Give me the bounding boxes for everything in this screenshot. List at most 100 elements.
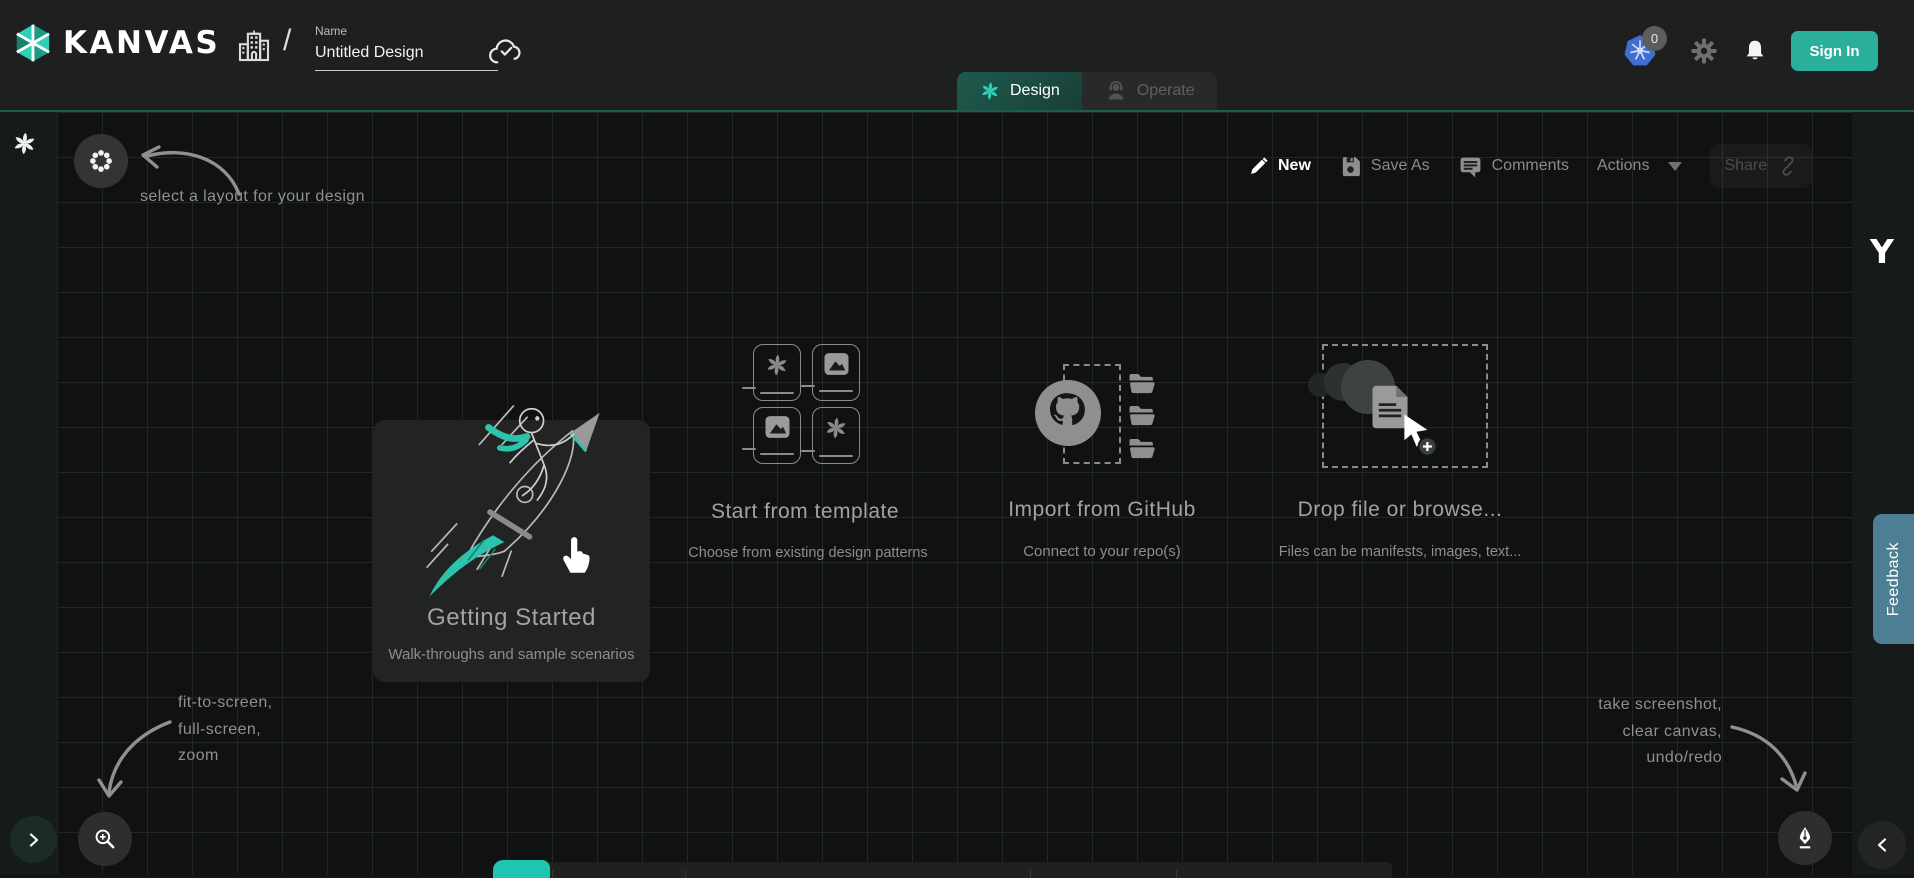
- canvas-frame: Y Feedback select a layout for your desi…: [0, 110, 1914, 872]
- layout-selector-button[interactable]: [74, 134, 128, 188]
- kanvas-hexagon-icon: [12, 22, 54, 64]
- design-name-label: Name: [315, 24, 498, 38]
- comment-tool-button[interactable]: [764, 862, 810, 878]
- organization-icon[interactable]: [233, 25, 275, 67]
- save-floppy-icon: [1339, 155, 1362, 178]
- archive-tool-button[interactable]: [1193, 862, 1239, 878]
- notifications-bell-icon[interactable]: [1741, 36, 1769, 66]
- select-tool-button[interactable]: [493, 860, 550, 878]
- sign-in-button[interactable]: Sign In: [1791, 31, 1878, 71]
- card-title: Import from GitHub: [1002, 498, 1202, 522]
- app-header: KANVAS / Name: [0, 0, 1914, 110]
- shapes-tool-button[interactable]: [699, 862, 745, 878]
- new-pencil-icon: [1248, 156, 1269, 177]
- kubernetes-tool-button[interactable]: [627, 862, 673, 878]
- tab-operate[interactable]: Operate: [1082, 72, 1217, 110]
- spiral-icon: [823, 415, 849, 441]
- card-subtitle: Files can be manifests, images, text...: [1270, 544, 1530, 560]
- collapse-right-panel-button[interactable]: [1858, 821, 1906, 869]
- credits-indicator[interactable]: 0: [1621, 30, 1667, 72]
- brand-name: KANVAS: [63, 25, 220, 61]
- plugin-spiral-icon[interactable]: [11, 130, 38, 157]
- cloud-sync-icon: [487, 36, 525, 68]
- chevron-down-icon: [1668, 162, 1682, 171]
- brand-logo[interactable]: KANVAS: [12, 22, 220, 64]
- comments-button[interactable]: Comments: [1458, 154, 1569, 179]
- card-subtitle: Walk-throughs and sample scenarios: [363, 646, 660, 663]
- design-name-field: Name: [315, 24, 498, 71]
- zoom-hint-text: fit-to-screen, full-screen, zoom: [178, 690, 273, 770]
- zoom-button[interactable]: [78, 812, 132, 866]
- new-label: New: [1278, 157, 1311, 175]
- share-button[interactable]: Share: [1710, 144, 1812, 188]
- github-octocat-icon: [1034, 379, 1102, 447]
- actions-hint-arrow: [1726, 717, 1811, 799]
- mode-tabs: Design Operate: [957, 72, 1217, 110]
- cursor-plus-icon: [1399, 412, 1443, 458]
- actions-label: Actions: [1597, 157, 1649, 175]
- save-as-label: Save As: [1371, 157, 1430, 175]
- pen-actions-button[interactable]: [1778, 811, 1832, 865]
- toolbar-divider: [1176, 870, 1177, 878]
- tab-design-label: Design: [1010, 82, 1060, 100]
- toolbar-divider: [552, 870, 553, 878]
- new-button[interactable]: New: [1248, 156, 1311, 177]
- card-title: Drop file or browse...: [1295, 498, 1505, 522]
- settings-gear-icon[interactable]: [1689, 36, 1719, 66]
- credits-badge: 0: [1642, 26, 1667, 51]
- magnifier-plus-icon: [92, 826, 118, 852]
- expand-left-panel-button[interactable]: [10, 816, 57, 863]
- header-actions: 0: [1621, 30, 1878, 72]
- image-icon: [764, 415, 791, 439]
- folder-icon: [1125, 401, 1159, 431]
- card-getting-started[interactable]: Getting Started Walk-throughs and sample…: [373, 420, 650, 682]
- help-tool-button[interactable]: ?: [1337, 862, 1383, 878]
- document-toolbar: New Save As Comments: [1248, 144, 1812, 188]
- pen-tool-button[interactable]: [1045, 862, 1091, 878]
- share-link-icon: [1778, 156, 1798, 176]
- pen-nib-icon: [1792, 825, 1818, 851]
- pencil-tool-button[interactable]: [1113, 862, 1159, 878]
- tab-operate-label: Operate: [1137, 82, 1195, 100]
- tab-design[interactable]: Design: [957, 72, 1082, 110]
- left-panel-strip: [0, 112, 57, 874]
- actions-dropdown[interactable]: Actions: [1597, 157, 1682, 175]
- toolbar-divider: [685, 870, 686, 878]
- component-tool-button[interactable]: [565, 862, 611, 878]
- save-as-button[interactable]: Save As: [1339, 155, 1430, 178]
- text-tool-button[interactable]: T: [897, 862, 943, 878]
- zoom-hint-arrow: [95, 714, 180, 806]
- folder-icon: [1125, 434, 1159, 464]
- share-label: Share: [1724, 157, 1767, 175]
- y-plugin-icon[interactable]: Y: [1862, 232, 1902, 272]
- right-panel-strip: [1852, 112, 1914, 874]
- frame-tool-button[interactable]: [967, 862, 1013, 878]
- shape-toolbar: T: [499, 862, 1392, 878]
- template-tile: [753, 407, 801, 464]
- design-canvas[interactable]: [57, 112, 1852, 874]
- card-title: Getting Started: [373, 604, 650, 632]
- feedback-label: Feedback: [1885, 542, 1903, 616]
- layout-flower-icon: [88, 148, 114, 174]
- layout-hint-text: select a layout for your design: [140, 188, 365, 206]
- folder-icon: [1125, 369, 1159, 399]
- comments-label: Comments: [1492, 157, 1569, 175]
- design-name-input[interactable]: [315, 42, 498, 71]
- image-tool-button[interactable]: [829, 862, 875, 878]
- layers-tool-button[interactable]: [1266, 862, 1312, 878]
- template-tile: [812, 344, 860, 401]
- image-icon: [823, 352, 850, 376]
- card-title: Start from template: [680, 500, 930, 524]
- operate-headset-icon: [1104, 79, 1128, 103]
- actions-hint-text: take screenshot, clear canvas, undo/redo: [1598, 692, 1722, 772]
- template-tile: [753, 344, 801, 401]
- comments-bubble-icon: [1458, 154, 1483, 179]
- spiral-icon: [764, 352, 790, 378]
- rocket-illustration: [403, 390, 633, 600]
- feedback-tab[interactable]: Feedback: [1873, 514, 1914, 644]
- card-subtitle: Choose from existing design patterns: [668, 545, 948, 561]
- hand-cursor-icon: [555, 530, 595, 576]
- card-subtitle: Connect to your repo(s): [1002, 543, 1202, 560]
- design-spiral-icon: [979, 80, 1001, 102]
- toolbar-divider: [1030, 870, 1031, 878]
